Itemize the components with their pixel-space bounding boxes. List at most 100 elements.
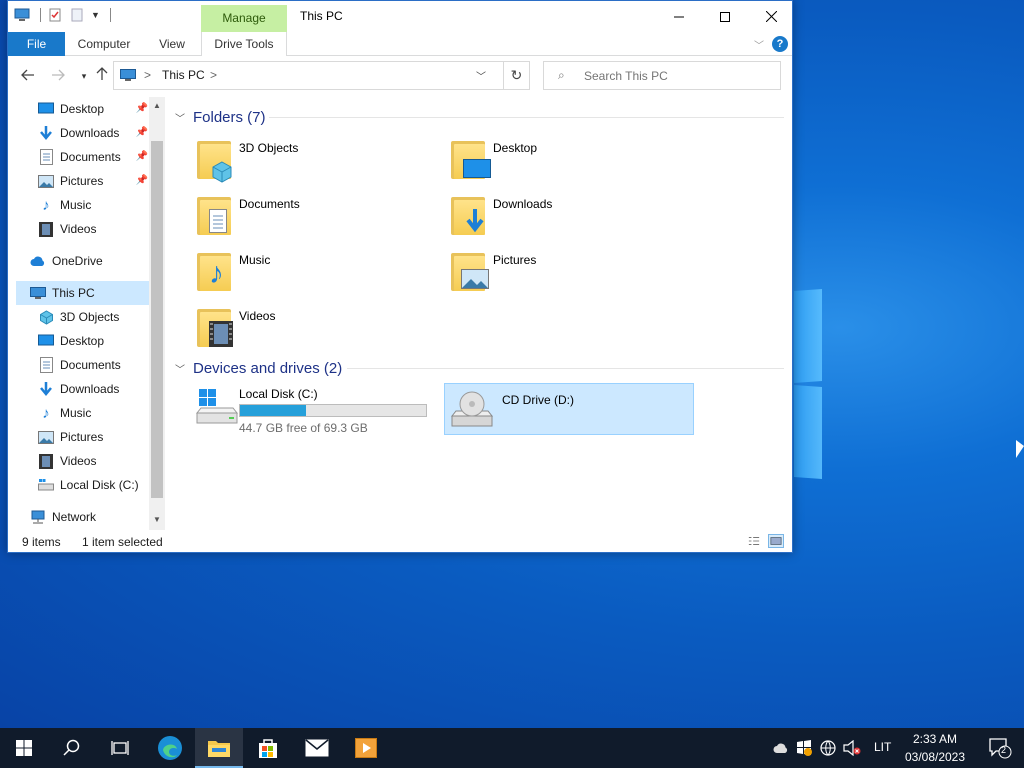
expand-ribbon-icon[interactable]: ﹀ xyxy=(754,37,764,52)
file-explorer-taskbar-button[interactable] xyxy=(195,728,243,768)
sidebar-item-label: Pictures xyxy=(60,174,104,188)
nav-scrollbar[interactable]: ▲ ▼ xyxy=(149,97,165,530)
folder-tile-videos[interactable]: Videos xyxy=(193,305,443,357)
sidebar-item-downloads[interactable]: Downloads xyxy=(38,377,150,401)
folder-tile-desktop[interactable]: Desktop xyxy=(447,137,697,189)
edge-browser-icon xyxy=(158,736,182,760)
forward-button[interactable] xyxy=(48,67,68,85)
sidebar-item-3d-objects[interactable]: 3D Objects xyxy=(38,305,150,329)
maximize-button[interactable] xyxy=(702,1,748,32)
search-input[interactable] xyxy=(584,67,774,85)
recent-locations-button[interactable]: ▾ xyxy=(74,67,94,85)
pin-icon: 📌 xyxy=(135,175,148,186)
sidebar-item-label: Downloads xyxy=(60,382,120,396)
help-icon[interactable]: ? xyxy=(772,36,788,52)
security-alert-icon[interactable] xyxy=(792,740,816,756)
onedrive-tray-icon[interactable] xyxy=(770,743,792,754)
folder-tile-downloads[interactable]: Downloads xyxy=(447,193,697,245)
tab-computer[interactable]: Computer xyxy=(70,32,138,56)
downloads-icon xyxy=(38,381,54,397)
tab-view[interactable]: View xyxy=(150,32,194,56)
sidebar-item-this-pc[interactable]: This PC xyxy=(16,281,150,305)
start-button[interactable] xyxy=(0,728,48,768)
sidebar-item-desktop[interactable]: Desktop xyxy=(38,329,150,353)
view-switcher xyxy=(746,534,784,548)
sidebar-item-desktop[interactable]: Desktop 📌 xyxy=(38,97,150,121)
address-bar[interactable]: > This PC > ﹀ xyxy=(113,61,504,90)
minimize-button[interactable] xyxy=(656,1,702,32)
details-view-icon[interactable] xyxy=(746,534,762,548)
videos-icon xyxy=(197,309,233,347)
clock[interactable]: 2:33 AM 03/08/2023 xyxy=(900,730,970,766)
sidebar-item-local-disk[interactable]: Local Disk (C:) xyxy=(38,473,150,497)
drive-tile-cd-drive[interactable]: CD Drive (D:) xyxy=(444,383,694,435)
new-folder-icon[interactable] xyxy=(69,7,85,23)
volume-muted-icon[interactable] xyxy=(840,740,864,756)
sidebar-item-network[interactable]: Network xyxy=(30,505,150,529)
sidebar-item-documents[interactable]: Documents 📌 xyxy=(38,145,150,169)
navigation-bar: ▾ > This PC > ﹀ ↻ ⌕ xyxy=(8,57,792,95)
close-button[interactable] xyxy=(748,1,794,32)
tab-drive-tools[interactable]: Drive Tools xyxy=(201,32,287,56)
sidebar-item-label: Network xyxy=(52,510,97,524)
sidebar-item-videos[interactable]: Videos xyxy=(38,217,150,241)
folder-tile-3d-objects[interactable]: 3D Objects xyxy=(193,137,443,189)
refresh-button[interactable]: ↻ xyxy=(504,61,530,90)
scrollbar-thumb[interactable] xyxy=(151,141,163,498)
breadcrumb-separator[interactable]: > xyxy=(144,68,151,82)
sidebar-item-downloads[interactable]: Downloads 📌 xyxy=(38,121,150,145)
toolbar-separator xyxy=(40,8,41,22)
sidebar-item-music[interactable]: ♪ Music xyxy=(38,193,150,217)
address-dropdown-icon[interactable]: ﹀ xyxy=(476,68,486,83)
sidebar-item-label: Pictures xyxy=(60,430,104,444)
drive-tile-local-disk[interactable]: Local Disk (C:) 44.7 GB free of 69.3 GB xyxy=(193,383,443,435)
sidebar-item-onedrive[interactable]: OneDrive xyxy=(30,249,150,273)
sidebar-item-pictures[interactable]: Pictures xyxy=(38,425,150,449)
scroll-up-icon[interactable]: ▲ xyxy=(151,101,163,110)
notification-count-badge: 2 xyxy=(1001,745,1007,755)
folder-tile-pictures[interactable]: Pictures xyxy=(447,249,697,301)
sidebar-item-documents[interactable]: Documents xyxy=(38,353,150,377)
network-globe-icon[interactable] xyxy=(816,740,840,756)
documents-icon xyxy=(38,357,54,373)
folder-tile-music[interactable]: ♪ Music xyxy=(193,249,443,301)
scroll-down-icon[interactable]: ▼ xyxy=(151,515,163,524)
documents-icon xyxy=(38,149,54,165)
task-view-button[interactable] xyxy=(96,728,144,768)
folder-tile-documents[interactable]: Documents xyxy=(193,193,443,245)
drives-group-header[interactable]: ﹀ Devices and drives (2) xyxy=(175,357,342,379)
edge-taskbar-button[interactable] xyxy=(146,728,194,768)
mail-taskbar-button[interactable] xyxy=(293,728,341,768)
sidebar-item-pictures[interactable]: Pictures 📌 xyxy=(38,169,150,193)
pictures-icon xyxy=(451,253,489,291)
sidebar-item-label: Videos xyxy=(60,222,97,236)
sidebar-item-videos[interactable]: Videos xyxy=(38,449,150,473)
folders-group-header[interactable]: ﹀ Folders (7) xyxy=(175,106,266,128)
3d-objects-icon xyxy=(38,309,54,325)
up-button[interactable] xyxy=(92,67,112,85)
customize-qat-icon[interactable]: ▼ xyxy=(91,10,100,20)
action-center-button[interactable]: 2 xyxy=(976,728,1024,768)
media-player-taskbar-button[interactable] xyxy=(342,728,390,768)
refresh-icon: ↻ xyxy=(510,67,523,83)
tab-file[interactable]: File xyxy=(8,32,65,56)
pin-icon: 📌 xyxy=(135,103,148,114)
group-title: Folders (7) xyxy=(193,108,266,126)
pictures-icon xyxy=(38,429,54,445)
sidebar-item-music[interactable]: ♪ Music xyxy=(38,401,150,425)
large-icons-view-icon[interactable] xyxy=(768,534,784,548)
search-button[interactable] xyxy=(48,728,96,768)
breadcrumb-this-pc[interactable]: This PC xyxy=(162,68,205,82)
folder-label: Downloads xyxy=(493,197,553,211)
properties-icon[interactable] xyxy=(47,7,63,23)
folder-label: Pictures xyxy=(493,253,537,267)
search-box[interactable]: ⌕ xyxy=(543,61,781,90)
breadcrumb-separator[interactable]: > xyxy=(210,68,217,82)
manage-tab[interactable]: Manage xyxy=(201,5,287,32)
network-icon xyxy=(30,509,46,525)
back-button[interactable] xyxy=(18,67,38,85)
input-language-indicator[interactable]: LIT xyxy=(874,740,891,754)
store-taskbar-button[interactable] xyxy=(244,728,292,768)
folder-label: Desktop xyxy=(493,141,538,155)
search-icon: ⌕ xyxy=(558,68,565,82)
